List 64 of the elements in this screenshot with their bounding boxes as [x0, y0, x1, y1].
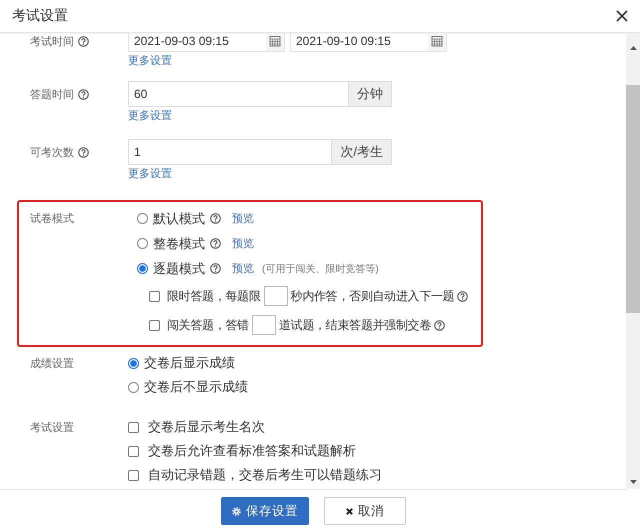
field-label: 考试时间 — [30, 34, 74, 48]
help-icon[interactable] — [78, 146, 89, 158]
option-label: 闯关答题，答错 — [167, 316, 249, 334]
calendar-button[interactable] — [428, 33, 446, 50]
unit-addon: 分钟 — [349, 81, 392, 107]
checkbox[interactable] — [128, 470, 139, 480]
scroll-down-icon[interactable] — [630, 480, 636, 485]
option-label: 限时答题，每题限 — [167, 288, 261, 304]
radio-button[interactable] — [137, 238, 148, 249]
radio-button[interactable] — [128, 358, 139, 368]
cancel-button[interactable]: 取消 — [324, 497, 406, 525]
option-label: 交卷后显示考生名次 — [148, 418, 265, 436]
help-icon[interactable] — [78, 88, 89, 100]
close-icon — [345, 506, 354, 516]
option-note: (可用于闯关、限时竞答等) — [262, 262, 379, 276]
preview-link[interactable]: 预览 — [232, 212, 254, 224]
field-label: 答题时间 — [30, 88, 74, 102]
field-label: 成绩设置 — [30, 356, 74, 370]
gear-icon — [231, 506, 242, 516]
more-settings-link[interactable]: 更多设置 — [128, 168, 172, 180]
option-label: 交卷后不显示成绩 — [144, 378, 248, 396]
more-settings-link[interactable]: 更多设置 — [128, 55, 172, 67]
preview-link[interactable]: 预览 — [232, 262, 254, 274]
checkbox[interactable] — [149, 320, 160, 330]
option-label: 秒内作答，否则自动进入下一题 — [290, 288, 454, 304]
calendar-icon — [269, 34, 281, 46]
radio-button[interactable] — [137, 263, 148, 274]
help-icon[interactable] — [210, 238, 221, 249]
field-label: 试卷模式 — [30, 212, 74, 226]
option-label: 默认模式 — [153, 210, 205, 228]
help-icon[interactable] — [434, 320, 446, 330]
checkbox[interactable] — [149, 290, 160, 302]
date-field[interactable]: 2021-09-10 09:15 — [290, 33, 447, 52]
help-icon[interactable] — [457, 290, 468, 302]
number-field[interactable] — [264, 286, 288, 306]
save-button[interactable]: 保存设置 — [220, 497, 308, 525]
checkbox[interactable] — [128, 446, 139, 456]
input-field[interactable]: 1 — [128, 139, 332, 165]
option-label: 交卷后显示成绩 — [144, 354, 235, 372]
option-label: 自动记录错题，交卷后考生可以错题练习 — [148, 466, 382, 484]
date-field[interactable]: 2021-09-03 09:15 — [128, 33, 285, 52]
scrollbar[interactable] — [626, 33, 640, 489]
close-icon[interactable] — [616, 10, 628, 22]
calendar-icon — [431, 34, 443, 46]
scroll-up-icon[interactable] — [630, 45, 636, 50]
preview-link[interactable]: 预览 — [232, 238, 254, 250]
number-field[interactable] — [252, 315, 276, 335]
radio-button[interactable] — [137, 213, 148, 224]
more-settings-link[interactable]: 更多设置 — [128, 110, 172, 122]
calendar-button[interactable] — [266, 33, 284, 50]
unit-addon: 次/考生 — [332, 139, 392, 165]
checkbox[interactable] — [128, 422, 139, 432]
help-icon[interactable] — [210, 263, 221, 274]
option-label: 逐题模式 — [153, 260, 205, 278]
help-icon[interactable] — [210, 213, 221, 224]
radio-button[interactable] — [128, 382, 139, 392]
option-label: 交卷后允许查看标准答案和试题解析 — [148, 442, 356, 460]
dialog-title: 考试设置 — [12, 7, 68, 25]
field-label: 考试设置 — [30, 420, 74, 434]
option-label: 道试题，结束答题并强制交卷 — [278, 316, 432, 334]
input-field[interactable]: 60 — [128, 81, 349, 107]
option-label: 整卷模式 — [153, 234, 205, 252]
field-label: 可考次数 — [30, 146, 74, 160]
help-icon[interactable] — [78, 36, 89, 46]
